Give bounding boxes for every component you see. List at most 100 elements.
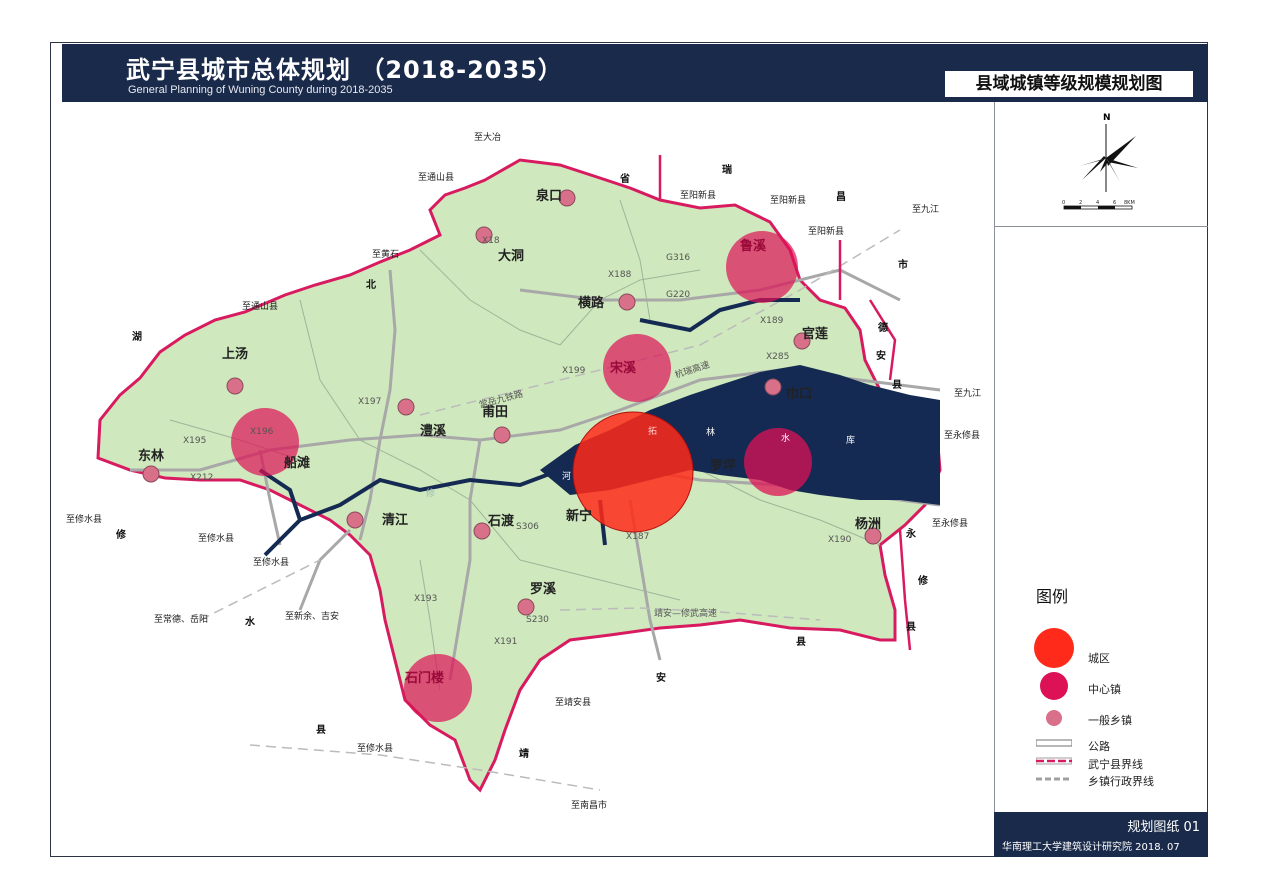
scale-tick-label: 4 xyxy=(1096,200,1099,206)
legend-township-border-swatch xyxy=(1036,777,1072,781)
destination-label: 至新余、吉安 xyxy=(285,610,339,622)
legend-label: 城区 xyxy=(1088,652,1110,665)
road-label: X18 xyxy=(482,236,500,246)
town-label: 清江 xyxy=(382,512,408,528)
destination-label: 至修水县 xyxy=(66,513,102,525)
destination-label: 至靖安县 xyxy=(555,696,591,708)
destination-label: 至永修县 xyxy=(932,517,968,529)
region-label: 省 xyxy=(619,172,630,185)
destination-label: 至永修县 xyxy=(944,429,980,441)
region-label: 昌 xyxy=(836,191,846,203)
destination-label: 至常德、岳阳 xyxy=(154,613,208,625)
road-label: X195 xyxy=(183,436,206,446)
city-label: 新宁 xyxy=(566,508,592,524)
destination-label: 至大冶 xyxy=(474,131,501,143)
legend-ordinary-town-swatch xyxy=(1046,710,1062,726)
side-panel-divider xyxy=(994,226,1208,227)
region-label: 湖 xyxy=(132,330,142,343)
region-label: 修 xyxy=(917,574,929,587)
region-label: 县 xyxy=(316,724,326,736)
region-label: 县 xyxy=(906,621,916,633)
footer-block: 规划图纸 01 华南理工大学建筑设计研究院 2018. 07 xyxy=(994,812,1208,857)
road-label: G220 xyxy=(666,290,690,300)
lake-label: 拓 xyxy=(648,425,657,437)
destination-label: 至阳新县 xyxy=(808,225,844,237)
legend-label: 中心镇 xyxy=(1088,683,1121,696)
region-label: 永 xyxy=(905,527,917,540)
road-label: X196 xyxy=(250,427,274,437)
scale-tick-label: 2 xyxy=(1079,200,1082,206)
legend-title: 图例 xyxy=(1036,587,1069,606)
scale-tick-label: 0 xyxy=(1062,200,1065,206)
legend-label: 乡镇行政界线 xyxy=(1088,775,1154,788)
town-label: 石渡 xyxy=(487,513,515,529)
town-marker xyxy=(517,598,535,616)
town-label: 横路 xyxy=(578,295,605,311)
scale-tick-label: 6 xyxy=(1113,200,1116,206)
town-label: 巾口 xyxy=(786,386,812,402)
road-label: X187 xyxy=(626,532,649,542)
destination-label: 至通山县 xyxy=(242,301,278,312)
region-label: 县 xyxy=(796,636,806,648)
compass-rose-icon: N xyxy=(1080,113,1138,192)
road-label: X199 xyxy=(562,366,586,376)
town-label: 泉口 xyxy=(536,188,562,204)
center-town-marker xyxy=(744,428,812,496)
map-canvas: 新宁 鲁溪 宋溪 罗坪 船滩 石门楼 泉口 大洞 横路 官莲 巾口 甫田 澧溪 … xyxy=(66,131,981,811)
legend-center-town-swatch xyxy=(1040,672,1068,700)
scale-tick-label: 8KM xyxy=(1124,200,1135,206)
road-label: X188 xyxy=(608,270,632,280)
scale-bar: 0 2 4 6 8KM xyxy=(1062,200,1135,210)
legend-label: 武宁县界线 xyxy=(1088,758,1143,771)
region-label: 安 xyxy=(656,671,666,684)
destination-label: 至阳新县 xyxy=(770,194,806,206)
town-label: 罗溪 xyxy=(530,581,557,597)
region-label: 修 xyxy=(115,528,127,541)
road-label: X191 xyxy=(494,637,517,647)
legend-county-border-swatch xyxy=(1036,757,1072,765)
destination-label: 至黄石 xyxy=(372,248,399,260)
region-label: 安 xyxy=(876,349,886,362)
lake-label: 河 xyxy=(562,470,571,482)
destination-label: 至修水县 xyxy=(357,742,393,754)
compass-north-label: N xyxy=(1103,113,1111,123)
town-label: 石门楼 xyxy=(404,670,444,686)
town-marker xyxy=(142,465,160,483)
town-label: 澧溪 xyxy=(420,423,447,439)
legend-road-swatch xyxy=(1036,739,1072,747)
town-marker xyxy=(493,426,511,444)
road-label: X189 xyxy=(760,316,784,326)
town-label: 罗坪 xyxy=(710,459,736,474)
town-marker xyxy=(346,511,364,529)
destination-label: 至阳新县 xyxy=(680,189,716,201)
region-label: 市 xyxy=(898,258,908,271)
map-title: 县域城镇等级规模规划图 xyxy=(944,70,1194,98)
town-marker xyxy=(764,378,782,396)
road-label: S230 xyxy=(526,615,549,625)
town-marker xyxy=(618,293,636,311)
region-label: 靖 xyxy=(519,747,529,760)
road-label: G316 xyxy=(666,253,690,263)
town-label: 船滩 xyxy=(284,455,310,471)
town-label: 鲁溪 xyxy=(740,238,767,254)
road-label: X212 xyxy=(190,473,213,483)
road-label: X285 xyxy=(766,352,789,362)
legend-label: 公路 xyxy=(1088,740,1110,753)
destination-label: 至修水县 xyxy=(253,556,289,568)
legend-city-swatch xyxy=(1034,628,1074,668)
road-label: X193 xyxy=(414,594,437,604)
town-label: 大洞 xyxy=(498,248,524,264)
legend-label: 一般乡镇 xyxy=(1088,714,1132,727)
town-marker xyxy=(397,398,415,416)
lake-label: 水 xyxy=(781,432,790,444)
road-label: X197 xyxy=(358,397,381,407)
town-label: 杨洲 xyxy=(855,516,881,532)
lake-label: 林 xyxy=(706,426,715,438)
region-label: 北 xyxy=(366,278,376,291)
road-label: 靖安—修武高速 xyxy=(654,607,717,619)
page-subtitle: General Planning of Wuning County during… xyxy=(128,84,393,96)
town-label: 官莲 xyxy=(802,326,828,342)
town-label: 宋溪 xyxy=(609,360,637,376)
destination-label: 至南昌市 xyxy=(571,799,607,811)
center-town-marker xyxy=(404,654,472,722)
